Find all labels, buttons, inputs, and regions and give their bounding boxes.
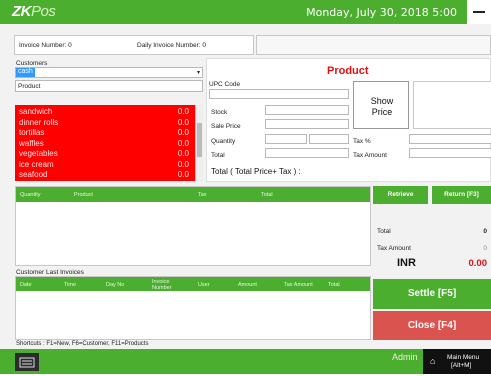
product-list-item[interactable]: vegetables [19,149,58,158]
grand-total-label: Total ( Total Price+ Tax ) : [211,167,301,176]
cart-col-quantity: Quantity [20,192,41,198]
daily-invoice-number: Daily Invoice Number: 0 [137,42,206,49]
product-list-item[interactable]: ice cream [19,160,54,169]
minimize-button[interactable] [467,0,491,24]
user-label: Admin [392,352,418,362]
cart-col-product: Product [74,192,93,198]
cart-grid[interactable]: Quantity Product Tax Total [15,186,371,266]
product-search-input[interactable]: Product [15,80,203,92]
tax-amount-field [409,148,491,158]
product-list-scrollbar[interactable] [195,105,203,181]
product-list-price: 0.0 [177,138,189,148]
summary-tax-label: Tax Amount [377,245,411,252]
inv-col-invoice-number: Invoice Number [152,279,172,291]
cart-col-tax: Tax [198,192,207,198]
info-blank-box [256,35,491,55]
customer-selected: cash [16,68,35,77]
chevron-down-icon: ▾ [196,70,200,76]
summary-total-label: Total [377,228,391,235]
inv-col-tax-amount: Tax Amount [284,282,313,288]
title-bar: ZKPos Monday, July 30, 2018 5:00 [0,0,491,24]
sale-price-field[interactable] [265,119,349,129]
tax-pct-label: Tax % [353,138,371,145]
settle-button[interactable]: Settle [F5] [373,279,491,309]
inv-col-date: Date [20,282,32,288]
sale-price-label: Sale Price [211,123,241,130]
quantity-label: Quantity [211,138,236,145]
stock-label: Stock [211,109,228,116]
cart-grid-header: Quantity Product Tax Total [16,187,370,202]
amount-value: 0.00 [468,258,488,269]
minimize-icon [473,11,485,13]
upc-label: UPC Code [209,81,241,88]
product-list-item[interactable]: sandwich [19,107,52,116]
cart-col-total: Total [261,192,273,198]
last-invoices-label: Customer Last Invoices [16,269,84,276]
product-list-item[interactable]: waffles [19,139,44,148]
datetime-display: Monday, July 30, 2018 5:00 [306,6,457,19]
invoice-info-bar: Invoice Number: 0 Daily Invoice Number: … [14,35,254,55]
total-field [265,148,349,158]
total-label: Total [211,152,225,159]
product-panel-title: Product [327,65,369,77]
inv-col-total: Total [328,282,340,288]
product-list-price: 0.0 [177,117,189,127]
main-menu-label: Main Menu [447,354,480,361]
customers-label: Customers [16,60,48,67]
invoice-number: Invoice Number: 0 [19,42,72,49]
inv-col-user: User [198,282,210,288]
product-list-price: 0.0 [177,159,189,169]
shortcuts-hint: Shortcuts : F1=New, F6=Customer, F11=Pro… [16,341,149,347]
app-logo: ZKPos [12,3,56,20]
product-list[interactable]: sandwich 0.0 dinner rolls 0.0 tortillas 0.0 wa… [15,105,203,181]
main-menu-button[interactable]: ⌂ Main Menu [Alt+M] [423,349,491,374]
totals-summary: Total 0 Tax Amount 0 INR 0.00 [373,208,491,274]
last-invoices-header: Date Time Day No Invoice Number User Amo… [16,277,370,291]
product-list-item[interactable]: seafood [19,170,47,179]
quantity-field[interactable] [265,134,307,144]
main-menu-key: [Alt+M] [451,362,472,369]
close-button[interactable]: Close [F4] [373,311,491,340]
product-list-price: 0.0 [177,107,189,116]
tax-pct-field [409,134,491,144]
keyboard-button[interactable] [15,353,39,371]
show-price-button[interactable]: Show Price [353,81,409,129]
product-list-item[interactable]: tortillas [19,128,44,137]
keyboard-icon [19,357,35,368]
bottom-bar: Admin ⌂ Main Menu [Alt+M] [0,349,491,374]
product-list-price: 0.0 [177,149,189,158]
quantity-unit-field[interactable] [309,134,349,144]
stock-field [265,105,349,115]
currency-label: INR [397,257,416,269]
last-invoices-grid[interactable]: Date Time Day No Invoice Number User Amo… [15,276,371,340]
inv-col-dayno: Day No [106,282,125,288]
summary-total-value: 0 [483,228,487,235]
product-image-box [413,81,491,129]
pos-window: ZKPos Monday, July 30, 2018 5:00 Invoice… [0,0,491,374]
scroll-thumb[interactable] [197,123,202,157]
inv-col-time: Time [64,282,77,288]
inv-col-amount: Amount [238,282,257,288]
show-price-label: Show Price [370,96,394,117]
product-panel: Product UPC Code Show Price Stock Sale P… [206,58,491,182]
product-list-item[interactable]: dinner rolls [19,118,58,127]
product-list-price: 0.0 [177,170,189,179]
tax-amount-label: Tax Amount [353,152,387,159]
retrieve-button[interactable]: Retrieve [373,186,428,204]
upc-input[interactable] [209,89,349,99]
return-button[interactable]: Return [F3] [432,186,491,204]
product-label: Product [18,83,41,90]
summary-tax-value: 0 [483,245,487,252]
product-list-price: 0.0 [177,128,189,137]
home-icon: ⌂ [430,356,436,366]
customer-select[interactable]: cash ▾ [15,67,203,78]
